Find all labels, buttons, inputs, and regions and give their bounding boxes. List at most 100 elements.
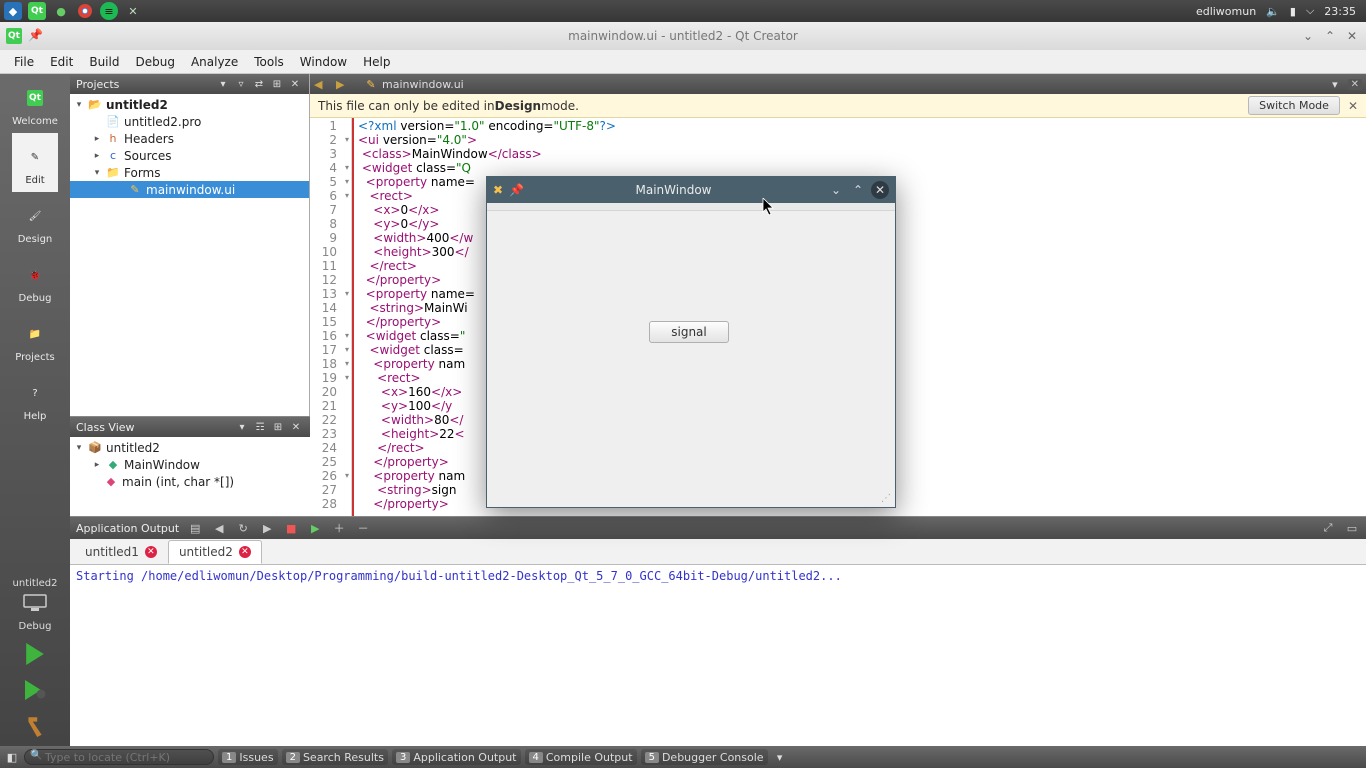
tree-forms[interactable]: ▾📁Forms	[70, 164, 309, 181]
kit-config[interactable]: Debug	[0, 617, 70, 634]
classview-split-icon[interactable]: ⊞	[270, 420, 286, 434]
pane-split-icon[interactable]: ⊞	[269, 77, 285, 91]
spotify-icon[interactable]: ≡	[100, 2, 118, 20]
chrome-icon[interactable]	[76, 2, 94, 20]
nav-fwd-icon[interactable]: ▶	[336, 78, 352, 91]
status-pane-debugger-console[interactable]: 5Debugger Console	[641, 749, 768, 765]
menu-build[interactable]: Build	[81, 53, 127, 71]
status-pane-compile-output[interactable]: 4Compile Output	[525, 749, 637, 765]
editor-close-tab[interactable]: ✕	[1348, 79, 1362, 90]
pane-filter-icon[interactable]: ▿	[233, 77, 249, 91]
classview-dropdown-icon[interactable]: ▾	[234, 420, 250, 434]
mode-design[interactable]: 🖌Design	[12, 192, 58, 251]
wifi-icon[interactable]: ⌵	[1306, 4, 1314, 18]
app-pin-icon[interactable]: 📌	[509, 183, 524, 197]
resize-grip-icon[interactable]: ⋰	[881, 493, 893, 505]
classview-root[interactable]: ▾📦untitled2	[70, 439, 310, 456]
pane-dropdown-icon[interactable]: ▾	[215, 77, 231, 91]
status-dropdown-icon[interactable]: ▾	[772, 751, 788, 764]
classview-fn[interactable]: ◆main (int, char *[])	[70, 473, 310, 490]
app-titlebar[interactable]: ✖ 📌 MainWindow ⌄ ⌃ ✕	[487, 177, 895, 203]
build-button[interactable]	[18, 710, 52, 742]
debug-run-button[interactable]	[18, 674, 52, 706]
editor-tab[interactable]: ✎ mainwindow.ui	[358, 77, 470, 91]
output-prev-icon[interactable]: ◀	[211, 521, 227, 535]
close-icon[interactable]: ✕	[145, 546, 157, 558]
menu-edit[interactable]: Edit	[42, 53, 81, 71]
kit-name[interactable]: untitled2	[0, 574, 70, 591]
output-max-icon[interactable]: ▭	[1344, 521, 1360, 535]
output-rerun-icon[interactable]: ↻	[235, 521, 251, 535]
tools-icon[interactable]: ✕	[124, 2, 142, 20]
editor-dropdown-icon[interactable]: ▾	[1332, 78, 1338, 91]
projects-pane-title: Projects	[76, 78, 119, 91]
output-add-icon[interactable]: ＋	[331, 521, 347, 535]
switch-mode-button[interactable]: Switch Mode	[1248, 96, 1340, 115]
status-pane-search-results[interactable]: 2Search Results	[282, 749, 388, 765]
banner-close-icon[interactable]: ✕	[1348, 99, 1358, 113]
volume-icon[interactable]: 🔈	[1266, 5, 1280, 18]
mode-debug[interactable]: 🐞Debug	[12, 251, 58, 310]
window-title: mainwindow.ui - untitled2 - Qt Creator	[568, 29, 798, 43]
menu-file[interactable]: File	[6, 53, 42, 71]
run-button[interactable]	[18, 638, 52, 670]
status-pane-application-output[interactable]: 3Application Output	[392, 749, 521, 765]
pin-icon[interactable]: 📌	[28, 28, 43, 44]
taskbar-icons: ◆ Qt ● ≡ ✕	[0, 2, 142, 20]
pane-close-icon[interactable]: ✕	[287, 77, 303, 91]
tree-ui-file[interactable]: ✎mainwindow.ui	[70, 181, 309, 198]
pane-sync-icon[interactable]: ⇄	[251, 77, 267, 91]
output-zoom-icon[interactable]: ⤢	[1320, 521, 1336, 535]
menu-debug[interactable]: Debug	[127, 53, 182, 71]
output-text[interactable]: Starting /home/edliwomun/Desktop/Program…	[70, 565, 1366, 746]
sidebar-toggle-icon[interactable]: ◧	[4, 751, 20, 764]
tree-sources[interactable]: ▸cSources	[70, 147, 309, 164]
tree-headers[interactable]: ▸hHeaders	[70, 130, 309, 147]
menu-analyze[interactable]: Analyze	[183, 53, 246, 71]
classview-class[interactable]: ▸◆MainWindow	[70, 456, 310, 473]
signal-button[interactable]: signal	[649, 321, 729, 343]
app-minimize-icon[interactable]: ⌄	[827, 181, 845, 199]
mouse-cursor	[762, 198, 776, 216]
minimize-button[interactable]: ⌄	[1300, 28, 1316, 44]
qt-icon[interactable]: Qt	[28, 2, 46, 20]
kde-menu-icon[interactable]: ◆	[4, 2, 22, 20]
locator-input[interactable]	[24, 749, 214, 765]
editor-tab-label: mainwindow.ui	[382, 78, 464, 91]
mode-help[interactable]: ?Help	[12, 369, 58, 428]
menu-tools[interactable]: Tools	[246, 53, 292, 71]
class-view-title: Class View	[76, 421, 135, 434]
mode-projects[interactable]: 📁Projects	[12, 310, 58, 369]
tree-pro-file[interactable]: 📄untitled2.pro	[70, 113, 309, 130]
design-mode-banner: This file can only be edited in Design m…	[310, 94, 1366, 118]
close-icon[interactable]: ✕	[239, 546, 251, 558]
classview-tree-icon[interactable]: ☶	[252, 420, 268, 434]
output-remove-icon[interactable]: －	[355, 521, 371, 535]
app-close-icon[interactable]: ✕	[871, 181, 889, 199]
output-run-icon[interactable]: ▶	[259, 521, 275, 535]
tree-project-root[interactable]: ▾📂untitled2	[70, 96, 309, 113]
kit-monitor-icon[interactable]	[18, 591, 52, 615]
username: edliwomun	[1196, 5, 1256, 18]
classview-close-icon[interactable]: ✕	[288, 420, 304, 434]
mode-edit[interactable]: ✎Edit	[12, 133, 58, 192]
output-tabs: untitled1✕untitled2✕	[70, 539, 1366, 565]
maximize-button[interactable]: ⌃	[1322, 28, 1338, 44]
nav-back-icon[interactable]: ◀	[314, 78, 330, 91]
output-tab-untitled1[interactable]: untitled1✕	[74, 540, 168, 564]
mode-welcome[interactable]: QtWelcome	[12, 74, 58, 133]
status-pane-issues[interactable]: 1Issues	[218, 749, 278, 765]
battery-icon[interactable]: ▮	[1290, 5, 1296, 18]
clock[interactable]: 23:35	[1324, 5, 1356, 18]
app-maximize-icon[interactable]: ⌃	[849, 181, 867, 199]
menu-help[interactable]: Help	[355, 53, 398, 71]
app-icon: Qt	[6, 28, 22, 44]
output-attach-icon[interactable]: ▶	[307, 521, 323, 535]
chrome-status-icon[interactable]: ●	[52, 2, 70, 20]
desktop-panel: ◆ Qt ● ≡ ✕ edliwomun 🔈 ▮ ⌵ 23:35	[0, 0, 1366, 22]
close-button[interactable]: ✕	[1344, 28, 1360, 44]
output-settings-icon[interactable]: ▤	[187, 521, 203, 535]
output-stop-icon[interactable]: ■	[283, 521, 299, 535]
menu-window[interactable]: Window	[292, 53, 355, 71]
output-tab-untitled2[interactable]: untitled2✕	[168, 540, 262, 564]
